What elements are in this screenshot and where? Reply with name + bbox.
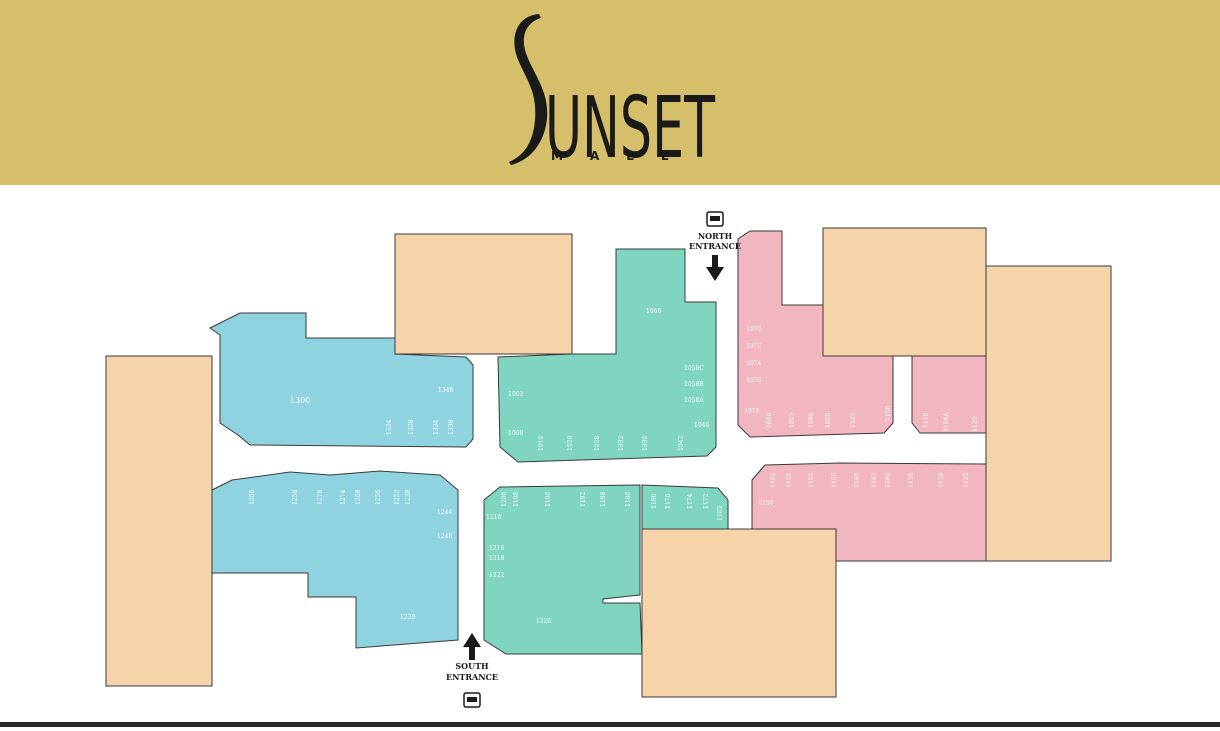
unit-1266: 1266 bbox=[249, 490, 256, 505]
logo-s-shape bbox=[509, 14, 548, 165]
unit-1278: 1278 bbox=[317, 490, 324, 505]
unit-1142: 1142 bbox=[871, 473, 878, 488]
unit-1078: 1078 bbox=[744, 408, 759, 415]
unit-1248: 1248 bbox=[437, 533, 452, 540]
unit-1058A: 1058A bbox=[684, 397, 704, 404]
unit-1058C: 1058C bbox=[684, 365, 704, 372]
unit-1162: 1162 bbox=[770, 473, 777, 488]
unit-1046: 1046 bbox=[694, 422, 709, 429]
unit-1066: 1066 bbox=[646, 308, 661, 315]
bottom-border bbox=[0, 722, 1220, 727]
unit-1074: 1074 bbox=[746, 360, 761, 367]
unit-1274: 1274 bbox=[340, 490, 347, 505]
unit-1252: 1252 bbox=[394, 490, 401, 505]
unit-1036: 1036 bbox=[642, 436, 649, 451]
unit-1106: 1106 bbox=[885, 406, 892, 421]
unit-1140: 1140 bbox=[885, 473, 892, 488]
logo-sub: MALL bbox=[551, 149, 696, 163]
car-icon bbox=[706, 211, 724, 227]
unit-1222: 1222 bbox=[489, 572, 504, 579]
unit-1032: 1032 bbox=[618, 436, 625, 451]
unit-1206: 1206 bbox=[501, 492, 508, 507]
south-entrance-line1: SOUTH bbox=[455, 661, 489, 671]
unit-1172: 1172 bbox=[703, 494, 710, 509]
unit-1334: 1334 bbox=[433, 420, 440, 435]
unit-1186: 1186 bbox=[625, 492, 632, 507]
unit-1192: 1192 bbox=[580, 492, 587, 507]
unit-1076: 1076 bbox=[746, 377, 761, 384]
unit-1324: 1324 bbox=[386, 420, 393, 435]
unit-1256: 1256 bbox=[375, 490, 382, 505]
unit-1162-se: 1162 bbox=[717, 506, 724, 521]
arrow-up-icon bbox=[463, 633, 481, 660]
header-banner: UNSET MALL bbox=[0, 0, 1220, 185]
anchor-store-north-center[interactable] bbox=[394, 233, 573, 355]
unit-1226: 1226 bbox=[536, 618, 551, 625]
unit-1008: 1008 bbox=[508, 430, 523, 437]
unit-1120: 1120 bbox=[972, 417, 979, 432]
north-entrance[interactable]: NORTH ENTRANCE bbox=[689, 211, 741, 281]
unit-1198: 1198 bbox=[513, 492, 520, 507]
unit-1196: 1196 bbox=[545, 492, 552, 507]
anchor-store-northeast[interactable] bbox=[822, 227, 987, 357]
sunset-mall-logo: UNSET MALL bbox=[509, 14, 715, 170]
north-entrance-line1: NORTH bbox=[698, 231, 733, 241]
car-icon bbox=[463, 692, 481, 708]
wing-green-south[interactable] bbox=[483, 484, 643, 655]
unit-1176: 1176 bbox=[665, 494, 672, 509]
unit-1104A: 1104A bbox=[943, 412, 950, 432]
unit-1058B: 1058B bbox=[684, 381, 704, 388]
anchor-store-east[interactable] bbox=[985, 265, 1112, 562]
unit-1300: 1300 bbox=[290, 396, 310, 405]
unit-1016: 1016 bbox=[538, 436, 545, 451]
unit-1146: 1146 bbox=[854, 473, 861, 488]
arrow-down-icon bbox=[706, 255, 724, 281]
unit-1174: 1174 bbox=[687, 494, 694, 509]
unit-1268: 1268 bbox=[355, 490, 362, 505]
unit-1216: 1216 bbox=[489, 545, 504, 552]
unit-1164: 1164 bbox=[758, 500, 773, 507]
mall-map: 1300 1348 1324 1328 1334 1338 1266 1258 … bbox=[0, 185, 1220, 727]
unit-1092: 1092 bbox=[789, 413, 796, 428]
south-entrance-line2: ENTRANCE bbox=[446, 672, 498, 682]
unit-1096: 1096 bbox=[825, 413, 832, 428]
north-entrance-line2: ENTRANCE bbox=[689, 241, 741, 251]
unit-1230: 1230 bbox=[400, 614, 415, 621]
unit-1102: 1102 bbox=[850, 413, 857, 428]
unit-1238: 1238 bbox=[405, 490, 412, 505]
unit-1180: 1180 bbox=[651, 494, 658, 509]
unit-1072: 1072 bbox=[746, 343, 761, 350]
unit-1258: 1258 bbox=[292, 490, 299, 505]
unit-1154: 1154 bbox=[808, 473, 815, 488]
unit-1086: 1086 bbox=[766, 413, 773, 428]
floor-plan: 1300 1348 1324 1328 1334 1338 1266 1258 … bbox=[105, 211, 1112, 708]
unit-1218: 1218 bbox=[489, 555, 504, 562]
unit-1116: 1116 bbox=[923, 413, 930, 428]
anchor-store-west[interactable] bbox=[105, 355, 213, 687]
unit-1328: 1328 bbox=[408, 420, 415, 435]
unit-1138: 1138 bbox=[908, 473, 915, 488]
unit-1158: 1158 bbox=[786, 473, 793, 488]
unit-1094: 1094 bbox=[808, 413, 815, 428]
unit-1070: 1070 bbox=[746, 326, 761, 333]
unit-1244: 1244 bbox=[437, 509, 452, 516]
unit-1126: 1126 bbox=[963, 473, 970, 488]
anchor-store-south[interactable] bbox=[641, 528, 837, 698]
unit-1188: 1188 bbox=[600, 492, 607, 507]
unit-1020: 1020 bbox=[567, 436, 574, 451]
unit-1348: 1348 bbox=[438, 387, 453, 394]
unit-1130: 1130 bbox=[938, 473, 945, 488]
unit-1042: 1042 bbox=[678, 436, 685, 451]
unit-1002: 1002 bbox=[508, 391, 523, 398]
unit-1152: 1152 bbox=[831, 473, 838, 488]
unit-1028: 1028 bbox=[594, 436, 601, 451]
unit-1338: 1338 bbox=[448, 420, 455, 435]
unit-1210: 1210 bbox=[486, 514, 501, 521]
